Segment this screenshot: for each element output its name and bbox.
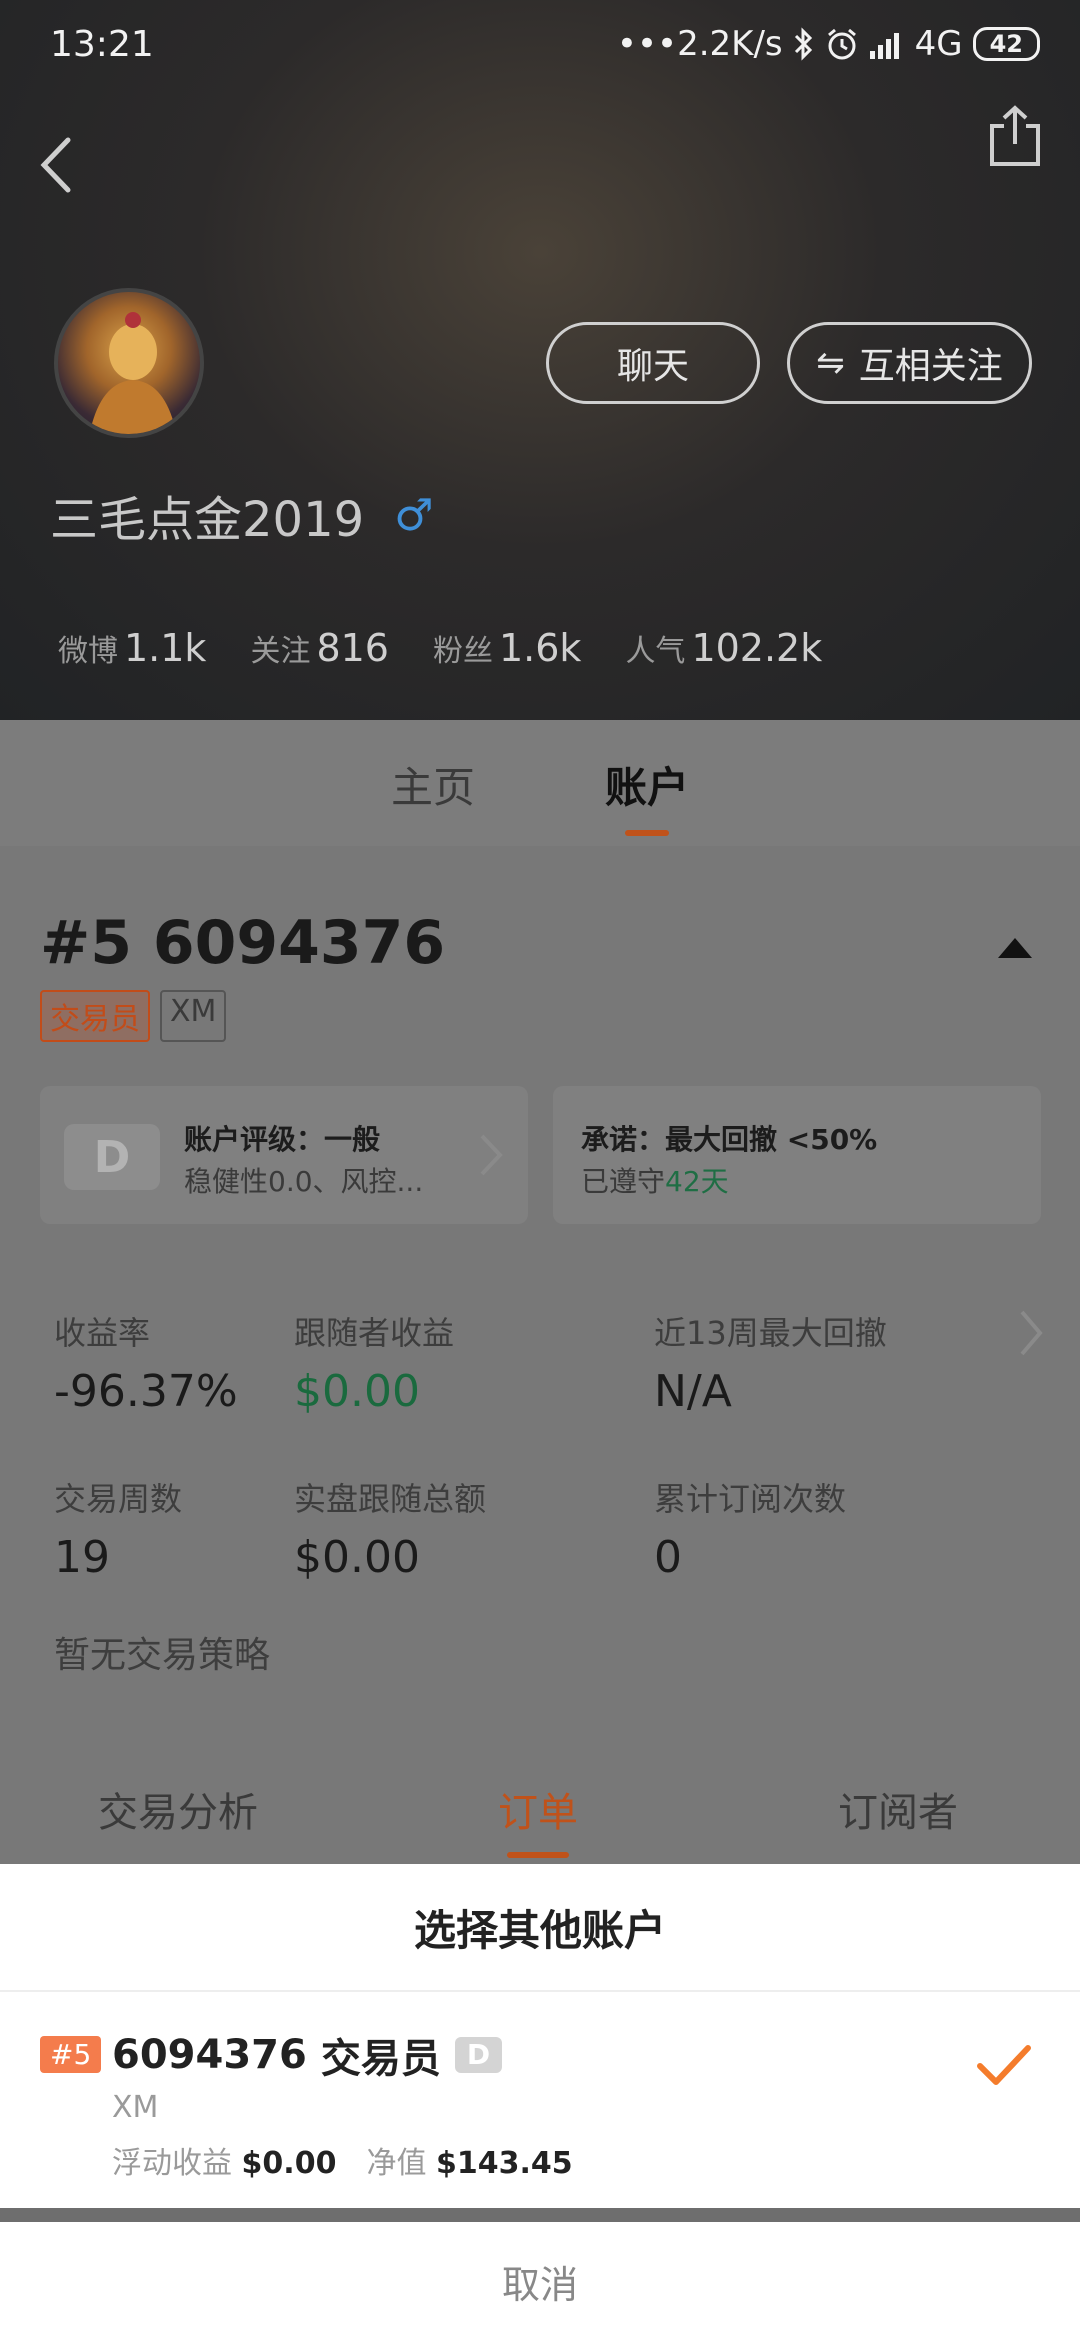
chat-label: 聊天 [616, 346, 689, 387]
metric-max-drawdown[interactable]: 近13周最大回撤 N/A [654, 1308, 887, 1417]
equity: 净值 $143.45 [366, 2146, 573, 2181]
rating-label: 账户评级：一般 [184, 1123, 381, 1156]
avatar-image [89, 312, 177, 434]
bluetooth-icon [794, 27, 812, 61]
broker-badge: XM [160, 990, 227, 1042]
chevron-right-icon [480, 1134, 503, 1176]
avatar[interactable] [54, 288, 204, 438]
trader-badge: 交易员 [40, 990, 150, 1042]
metric-trading-weeks: 交易周数 19 [54, 1480, 183, 1583]
metric-subscription-count: 累计订阅次数 0 [654, 1480, 847, 1583]
chat-button[interactable]: 聊天 [546, 322, 760, 404]
rating-detail: 稳健性0.0、风控... [184, 1165, 424, 1198]
network-speed: •••2.2K/s [616, 24, 783, 64]
status-time: 13:21 [50, 24, 154, 65]
metric-follow-total: 实盘跟随总额 $0.00 [294, 1480, 487, 1583]
male-icon: ♂ [394, 489, 434, 541]
back-icon[interactable] [30, 130, 90, 200]
tab-home[interactable]: 主页 [391, 720, 475, 846]
floating-profit: 浮动收益 $0.00 [112, 2146, 337, 2181]
collapse-up-icon[interactable] [998, 938, 1032, 958]
account-role: 交易员 [320, 2036, 441, 2082]
account-panel: #5 6094376 交易员 XM D 账户评级：一般 稳健性0.0、风控...… [0, 846, 1080, 1866]
account-values: 浮动收益 $0.00 净值 $143.45 [112, 2138, 573, 2182]
no-strategy-text: 暂无交易策略 [54, 1635, 271, 1676]
stat-following[interactable]: 关注 816 [250, 626, 389, 670]
grade-badge: D [454, 2037, 503, 2073]
alarm-icon [827, 28, 856, 60]
select-account-sheet: 选择其他账户 #5 6094376 交易员 D XM 浮动收益 $0.00 净值… [0, 1864, 1080, 2340]
sheet-divider [0, 2208, 1080, 2222]
account-broker: XM [112, 2090, 159, 2125]
promise-card: 承诺：最大回撤 <50% 已遵守42天 [553, 1086, 1041, 1224]
checkmark-icon [977, 2045, 1031, 2085]
status-indicators: •••2.2K/s 4G 42 [617, 24, 1040, 64]
kept-days: 42天 [665, 1165, 729, 1198]
signal-icon [869, 33, 899, 59]
chevron-right-icon[interactable] [1012, 1306, 1048, 1360]
profile-stats: 微博 1.1k 关注 816 粉丝 1.6k 人气 102.2k [58, 626, 822, 670]
account-option[interactable]: #5 6094376 交易员 D XM 浮动收益 $0.00 净值 $143.4… [0, 1992, 1080, 2208]
stat-weibo[interactable]: 微博 1.1k [58, 626, 206, 670]
account-badges: 交易员 XM [40, 990, 227, 1042]
account-number: 6094376 [112, 2032, 307, 2078]
follow-label: 互相关注 [858, 346, 1003, 387]
profile-header: 13:21 •••2.2K/s 4G 42 聊天 ⇋ 互相关注 三毛点金2019… [0, 0, 1080, 720]
tab-account[interactable]: 账户 [605, 720, 689, 846]
mutual-follow-button[interactable]: ⇋ 互相关注 [787, 322, 1032, 404]
tab-trade-analysis[interactable]: 交易分析 [98, 1780, 258, 1838]
stat-followers[interactable]: 粉丝 1.6k [433, 626, 581, 670]
account-sub-tabs: 交易分析 订单 订阅者 [0, 1760, 1080, 1870]
swap-arrows-icon: ⇋ [816, 343, 845, 383]
share-icon[interactable] [986, 104, 1044, 168]
sheet-title: 选择其他账户 [0, 1864, 1080, 1992]
network-type: 4G [914, 24, 963, 64]
tab-subscribers[interactable]: 订阅者 [838, 1780, 958, 1838]
username: 三毛点金2019 [50, 492, 365, 548]
metric-return-rate: 收益率 -96.37% [54, 1314, 238, 1417]
promise-label: 承诺：最大回撤 <50% [581, 1123, 878, 1156]
grade-badge: D [64, 1124, 160, 1190]
rating-card[interactable]: D 账户评级：一般 稳健性0.0、风控... [40, 1086, 528, 1224]
account-title: #5 6094376 [40, 908, 446, 978]
account-option-title: 6094376 交易员 D [112, 2026, 503, 2084]
promise-kept: 已遵守42天 [581, 1165, 729, 1198]
username-row: 三毛点金2019 ♂ [50, 480, 434, 550]
profile-tabs: 主页 账户 [0, 720, 1080, 846]
cancel-button[interactable]: 取消 [0, 2222, 1080, 2340]
status-bar: 13:21 •••2.2K/s 4G 42 [0, 0, 1080, 96]
metric-follower-profit: 跟随者收益 $0.00 [294, 1314, 455, 1417]
battery-icon: 42 [972, 27, 1040, 61]
stat-popularity: 人气 102.2k [625, 626, 823, 670]
tab-orders[interactable]: 订单 [498, 1780, 578, 1858]
rank-badge: #5 [40, 2036, 102, 2073]
